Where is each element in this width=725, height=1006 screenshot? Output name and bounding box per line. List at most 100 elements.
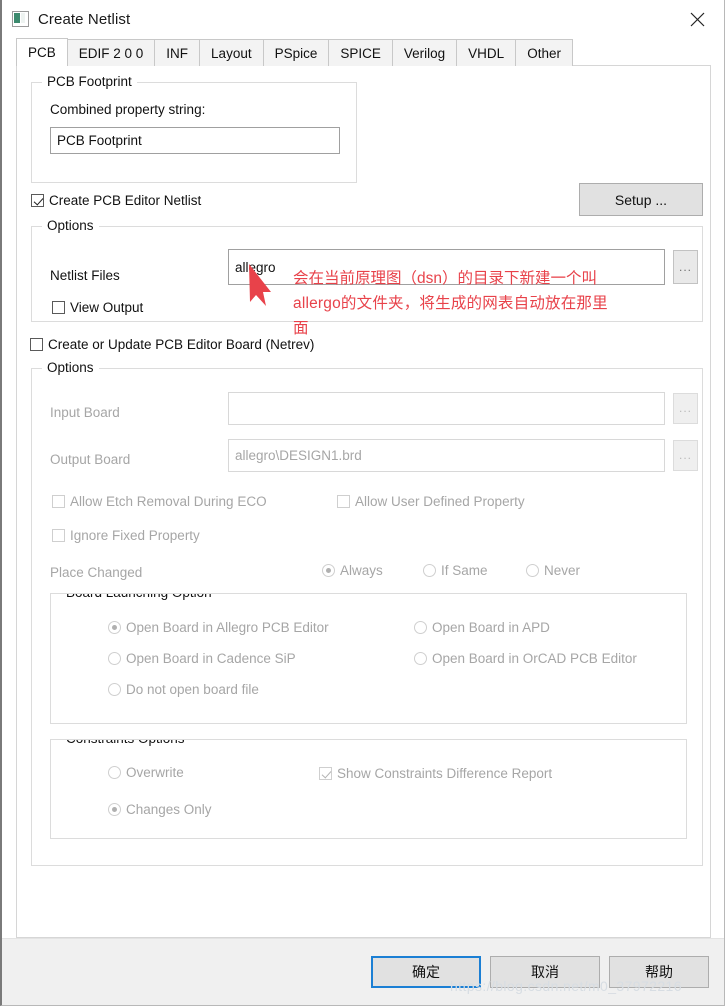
close-button[interactable] [676,0,718,38]
tab-label: PCB [28,45,56,60]
netlist-files-browse-button[interactable]: ... [673,250,698,284]
ok-button[interactable]: 确定 [371,956,481,988]
tab-pcb[interactable]: PCB [16,38,68,66]
dialog-footer: 确定 取消 帮助 [2,938,724,1005]
open-board-apd-radio[interactable]: Open Board in APD [414,620,550,635]
netlist-files-input[interactable]: allegro [228,249,665,285]
pcb-footprint-group: PCB Footprint Combined property string: … [31,74,357,183]
ok-button-label: 确定 [412,964,440,980]
tab-verilog[interactable]: Verilog [391,39,458,66]
create-pcb-editor-netlist-checkbox[interactable]: Create PCB Editor Netlist [31,193,201,208]
radio-label: Open Board in Allegro PCB Editor [126,620,329,635]
tab-edif-200[interactable]: EDIF 2 0 0 [66,39,156,66]
radio-circle [414,652,427,665]
help-button[interactable]: 帮助 [609,956,709,988]
combined-property-string-label: Combined property string: [50,102,206,117]
radio-label: Do not open board file [126,682,259,697]
tab-inf[interactable]: INF [154,39,201,66]
pcb-tab-panel: PCB Footprint Combined property string: … [16,65,711,938]
input-board-input[interactable] [228,392,665,425]
constraints-overwrite-radio[interactable]: Overwrite [108,765,184,780]
open-board-cadence-sip-radio[interactable]: Open Board in Cadence SiP [108,651,296,666]
input-board-browse-button[interactable]: ... [673,393,698,424]
radio-label: Overwrite [126,765,184,780]
tab-label: INF [166,45,189,61]
checkbox-label: Create PCB Editor Netlist [49,193,202,208]
radio-label: Open Board in Cadence SiP [126,651,296,666]
create-or-update-board-checkbox[interactable]: Create or Update PCB Editor Board (Netre… [30,337,314,352]
checkbox-label: Create or Update PCB Editor Board (Netre… [48,337,315,352]
place-changed-label: Place Changed [50,565,143,580]
close-icon [690,12,704,26]
checkbox-box [31,194,44,207]
radio-label: Open Board in APD [432,620,550,635]
tab-label: EDIF 2 0 0 [78,45,144,61]
tab-label: SPICE [340,45,381,61]
tab-label: VHDL [468,45,505,61]
tab-label: Layout [211,45,252,61]
checkbox-box [52,529,65,542]
combined-property-string-input[interactable]: PCB Footprint [50,127,340,154]
output-board-browse-button[interactable]: ... [673,440,698,471]
ignore-fixed-property-checkbox[interactable]: Ignore Fixed Property [52,528,200,543]
pcb-footprint-legend: PCB Footprint [42,74,137,89]
place-changed-if-same-radio[interactable]: If Same [423,563,488,578]
input-board-label: Input Board [50,405,120,420]
constraints-changes-only-radio[interactable]: Changes Only [108,802,212,817]
allow-etch-removal-checkbox[interactable]: Allow Etch Removal During ECO [52,494,267,509]
radio-label: Never [544,563,581,578]
radio-circle [414,621,427,634]
radio-circle [108,621,121,634]
constraints-options-legend: Constraints Options [61,740,190,746]
cancel-button[interactable]: 取消 [490,956,600,988]
tab-spice[interactable]: SPICE [328,39,393,66]
radio-circle [423,564,436,577]
board-options-legend: Options [42,360,99,375]
tab-vhdl[interactable]: VHDL [456,39,517,66]
place-changed-always-radio[interactable]: Always [322,563,383,578]
open-board-orcad-radio[interactable]: Open Board in OrCAD PCB Editor [414,651,637,666]
checkbox-label: View Output [70,300,144,315]
tab-layout[interactable]: Layout [199,39,264,66]
setup-button[interactable]: Setup ... [579,183,703,216]
radio-circle [108,683,121,696]
tab-label: PSpice [274,45,318,61]
place-changed-never-radio[interactable]: Never [526,563,580,578]
radio-label: If Same [441,563,488,578]
output-board-value: allegro\DESIGN1.brd [235,448,362,463]
tab-pspice[interactable]: PSpice [262,39,330,66]
checkbox-box [319,767,332,780]
browse-ellipsis-label: ... [678,401,692,416]
tab-strip: PCB EDIF 2 0 0 INF Layout PSpice SPICE V… [16,38,711,66]
create-netlist-dialog: Create Netlist PCB EDIF 2 0 0 INF Layout… [0,0,725,1006]
show-constraints-difference-report-checkbox[interactable]: Show Constraints Difference Report [319,766,552,781]
tab-other[interactable]: Other [515,39,573,66]
checkbox-box [30,338,43,351]
window-title: Create Netlist [38,10,131,28]
browse-ellipsis-label: ... [678,448,692,463]
radio-label: Changes Only [126,802,212,817]
checkbox-label: Allow User Defined Property [355,494,525,509]
netlist-options-group: Options Netlist Files allegro ... View O… [31,218,703,322]
radio-circle [108,766,121,779]
checkbox-label: Ignore Fixed Property [70,528,200,543]
open-board-allegro-radio[interactable]: Open Board in Allegro PCB Editor [108,620,329,635]
board-launching-legend: Board Launching Option [61,594,217,600]
radio-label: Open Board in OrCAD PCB Editor [432,651,637,666]
app-icon [12,11,29,27]
constraints-options-group: Constraints Options Overwrite Changes On… [50,739,687,839]
tab-label: Verilog [403,45,446,61]
title-bar: Create Netlist [2,0,724,38]
radio-circle [322,564,335,577]
output-board-input[interactable]: allegro\DESIGN1.brd [228,439,665,472]
cancel-button-label: 取消 [531,964,559,980]
view-output-checkbox[interactable]: View Output [52,300,143,315]
do-not-open-board-radio[interactable]: Do not open board file [108,682,259,697]
browse-ellipsis-label: ... [678,259,692,274]
checkbox-box [337,495,350,508]
allow-user-defined-property-checkbox[interactable]: Allow User Defined Property [337,494,525,509]
netlist-files-value: allegro [235,259,276,275]
checkbox-box [52,301,65,314]
board-options-group: Options Input Board ... Output Board all… [31,360,703,866]
output-board-label: Output Board [50,452,131,467]
